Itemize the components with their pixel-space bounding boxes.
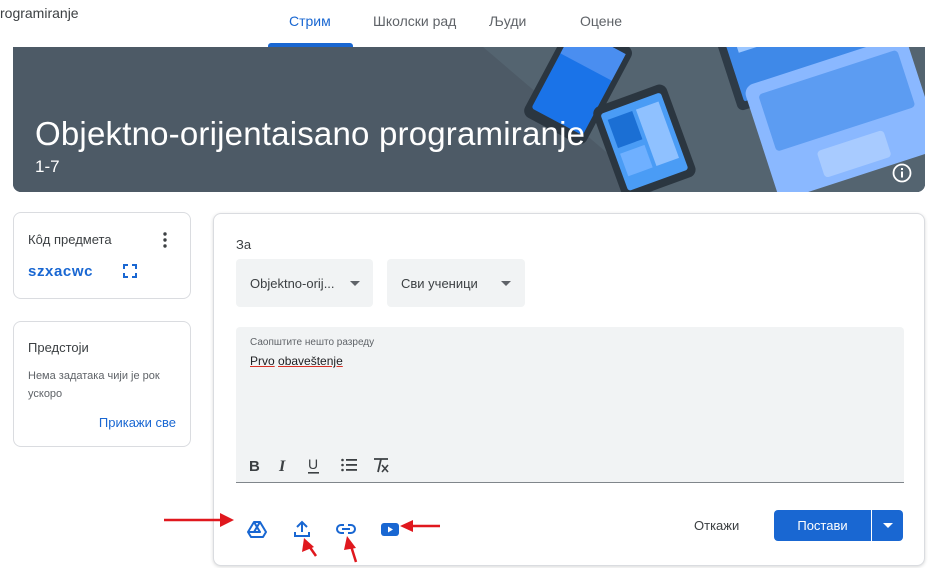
class-section: 1-7	[35, 157, 60, 176]
post-options-button[interactable]	[872, 510, 903, 541]
underline-icon[interactable]: U	[306, 456, 322, 474]
editor-content[interactable]: Prvo obaveštenje	[250, 354, 343, 368]
class-code-label: Кôд предмета	[28, 232, 112, 247]
top-bar: rogramiranje Стрим Школски рад Људи Оцен…	[0, 0, 940, 47]
info-icon[interactable]	[891, 162, 913, 184]
youtube-icon[interactable]	[380, 519, 400, 539]
app-title: rogramiranje	[0, 5, 79, 21]
upcoming-title: Предстоји	[28, 340, 89, 355]
tab-people[interactable]: Људи	[489, 13, 526, 29]
clear-formatting-icon[interactable]	[372, 456, 390, 474]
more-vert-icon[interactable]	[160, 230, 170, 250]
view-all-link[interactable]: Прикажи све	[99, 415, 176, 430]
upcoming-card: Предстоји Нема задатака чији је рок уско…	[13, 321, 191, 447]
svg-text:I: I	[278, 458, 286, 474]
class-select-value: Objektno-orij...	[250, 276, 335, 291]
bulleted-list-icon[interactable]	[340, 456, 358, 474]
bold-icon[interactable]: B	[248, 456, 262, 474]
dropdown-arrow-icon	[883, 523, 893, 528]
class-code-card: Кôд предмета szxacwc	[13, 212, 191, 299]
upcoming-empty-text: Нема задатака чији је рок ускоро	[28, 370, 160, 400]
google-drive-icon[interactable]	[247, 519, 267, 539]
class-code-value: szxacwc	[28, 263, 94, 280]
editor-placeholder: Саопштите нешто разреду	[250, 337, 375, 348]
class-select[interactable]: Objektno-orij...	[236, 259, 373, 307]
svg-text:B: B	[249, 458, 260, 474]
svg-text:U: U	[308, 456, 318, 472]
upload-icon[interactable]	[292, 519, 312, 539]
announcement-editor[interactable]: Саопштите нешто разреду Prvo obaveštenje…	[236, 327, 904, 483]
dropdown-arrow-icon	[350, 281, 360, 286]
editor-word: obaveštenje	[278, 354, 343, 368]
cancel-button[interactable]: Откажи	[694, 518, 739, 533]
audience-label: За	[236, 237, 252, 252]
tab-classwork[interactable]: Школски рад	[373, 13, 456, 29]
italic-icon[interactable]: I	[277, 456, 291, 474]
editor-word: Prvo	[250, 354, 275, 368]
tab-grades[interactable]: Оцене	[580, 13, 622, 29]
students-select[interactable]: Сви ученици	[387, 259, 525, 307]
announcement-composer: За Objektno-orij... Сви ученици Саопштит…	[213, 213, 925, 566]
class-title: Objektno-orijentaisano programiranje	[35, 115, 586, 152]
post-button[interactable]: Постави	[774, 510, 871, 541]
fullscreen-icon[interactable]	[122, 263, 138, 279]
class-banner: Objektno-orijentaisano programiranje 1-7	[13, 47, 925, 192]
students-select-value: Сви ученици	[401, 276, 478, 291]
link-icon[interactable]	[336, 519, 356, 539]
tab-stream[interactable]: Стрим	[289, 13, 331, 29]
dropdown-arrow-icon	[501, 281, 511, 286]
